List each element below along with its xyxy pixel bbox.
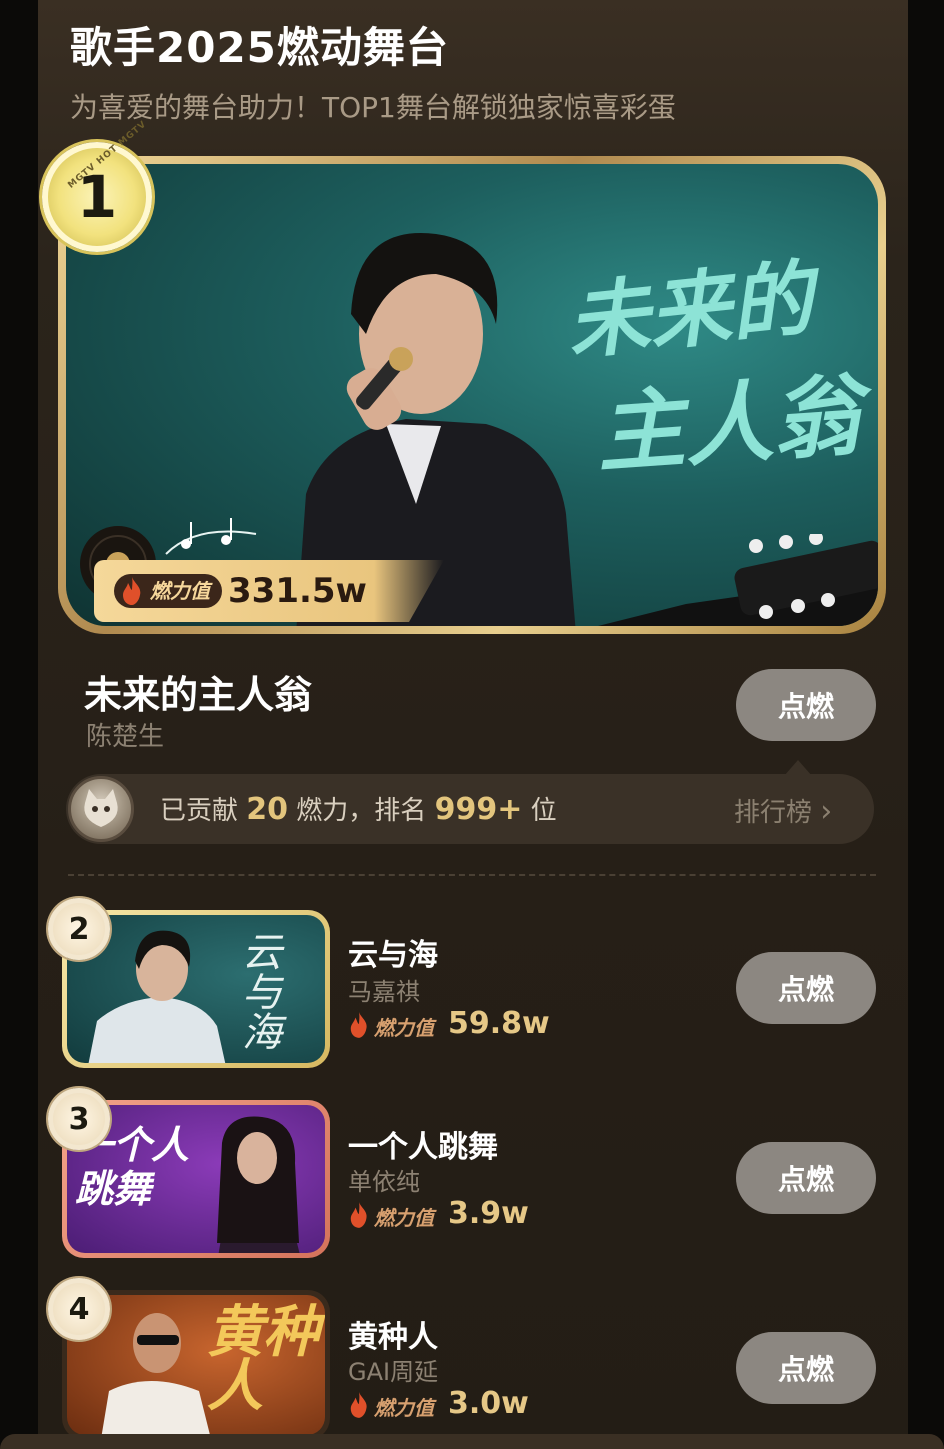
page-subtitle: 为喜爱的舞台助力！TOP1舞台解锁独家惊喜彩蛋 (70, 91, 676, 124)
bottom-sheet-edge (0, 1434, 944, 1449)
ignite-button[interactable]: 点燃 (736, 1142, 876, 1214)
section-divider (68, 874, 876, 876)
contribution-amount: 20 (246, 792, 289, 827)
chevron-right-icon: › (820, 794, 833, 829)
song-title: 一个人跳舞 (348, 1130, 498, 1165)
featured-stage-card[interactable]: 未来的 主人翁 燃力值 331.5w (58, 156, 886, 634)
rank-number: 4 (68, 1291, 90, 1327)
burn-value: 3.0w (448, 1386, 529, 1421)
flame-icon (123, 577, 141, 605)
featured-stage-artwork: 未来的 主人翁 燃力值 331.5w (66, 164, 878, 626)
avatar[interactable] (68, 776, 134, 842)
rank-2-medal: 2 (48, 898, 110, 960)
page-title: 歌手2025燃动舞台 (70, 23, 449, 72)
flame-icon (350, 1392, 367, 1418)
song-title: 黄种人 (348, 1320, 438, 1355)
featured-song-title: 未来的主人翁 (84, 673, 313, 717)
featured-burn-value: 331.5w (228, 571, 367, 611)
burn-value: 59.8w (448, 1006, 550, 1041)
contribution-rank: 999+ (434, 792, 523, 827)
burn-label-badge: 燃力值 (114, 574, 222, 608)
featured-artist: 陈楚生 (86, 722, 165, 752)
right-dark-edge (908, 0, 944, 1449)
artwork-handwritten-title: 未来的 主人翁 (562, 250, 864, 486)
flame-icon (350, 1012, 367, 1038)
artwork-text: 云与海 (235, 931, 281, 1051)
rank-number: 2 (68, 911, 90, 947)
artist-name: 马嘉祺 (348, 978, 420, 1006)
featured-ignite-button[interactable]: 点燃 (736, 669, 876, 741)
guitar-headstock (598, 534, 878, 626)
rank-number: 3 (68, 1101, 90, 1137)
left-dark-edge (0, 0, 38, 1449)
ignite-button[interactable]: 点燃 (736, 952, 876, 1024)
cat-avatar-icon (84, 789, 118, 827)
rank-3-medal: 3 (48, 1088, 110, 1150)
flame-icon (350, 1202, 367, 1228)
burn-value: 3.9w (448, 1196, 529, 1231)
artwork-text: 黄种人 (207, 1299, 319, 1419)
artist-name: GAI周延 (348, 1358, 439, 1386)
contribution-text: 已贡献 20 燃力，排名 999+ 位 (160, 792, 557, 827)
leaderboard-link[interactable]: 排行榜 › (734, 792, 832, 829)
ignite-button[interactable]: 点燃 (736, 1332, 876, 1404)
song-title: 云与海 (348, 938, 438, 973)
rank-4-medal: 4 (48, 1278, 110, 1340)
artist-name: 单依纯 (348, 1168, 420, 1196)
singer-figure (217, 1116, 300, 1253)
